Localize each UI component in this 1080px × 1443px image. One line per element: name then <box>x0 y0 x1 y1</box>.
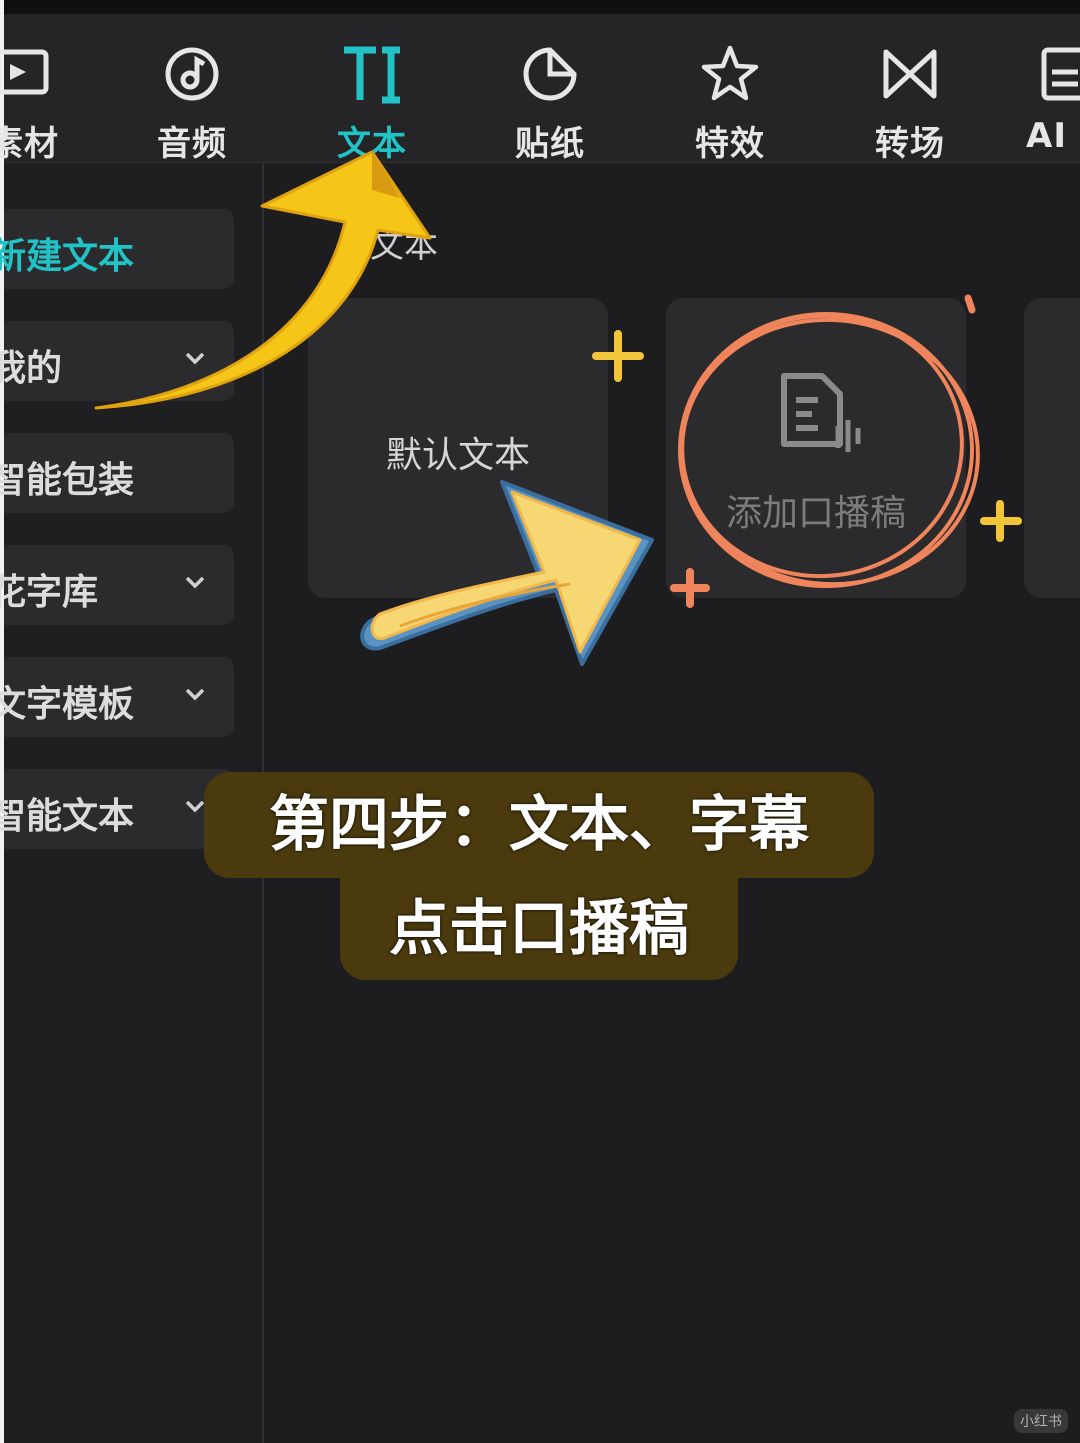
tab-audio-label: 音频 <box>157 124 227 164</box>
tab-transition-label: 转场 <box>875 124 945 164</box>
sidebar-item-label: 智能包装 <box>0 460 135 501</box>
add-script-label: 添加口播稿 <box>725 493 906 534</box>
effects-icon <box>701 45 759 101</box>
tab-media-label: 素材 <box>0 124 59 164</box>
chevron-down-icon <box>185 576 205 589</box>
sidebar-item-label: 花字库 <box>0 572 99 613</box>
sidebar-item-smart-text[interactable]: 智能文本 <box>0 769 234 849</box>
sidebar-item-label: 智能文本 <box>0 796 135 837</box>
sidebar-item-label: 我的 <box>0 348 63 389</box>
chevron-down-icon <box>185 352 205 365</box>
media-icon <box>0 49 49 95</box>
tab-sticker[interactable]: 贴纸 <box>480 28 620 164</box>
tab-transition[interactable]: 转场 <box>840 28 980 164</box>
caption-step4: 第四步：文本、字幕 <box>204 772 874 878</box>
sidebar-item-font-library[interactable]: 花字库 <box>0 545 234 625</box>
sticker-icon <box>523 47 577 101</box>
tab-audio[interactable]: 音频 <box>122 28 262 164</box>
text-icon <box>344 46 400 104</box>
watermark: 小红书 <box>1014 1409 1068 1433</box>
script-mic-icon <box>781 373 861 452</box>
sidebar-item-smart-pack[interactable]: 智能包装 <box>0 433 234 513</box>
sidebar-item-text-template[interactable]: 文字模板 <box>0 657 234 737</box>
tab-ai-label: AI <box>1026 116 1067 156</box>
top-toolbar: 素材 音频 文本 贴纸 特效 转场 AI <box>0 0 1080 164</box>
default-text-card[interactable]: 默认文本 <box>308 298 608 598</box>
add-script-card[interactable]: 添加口播稿 <box>666 298 966 598</box>
audio-icon <box>165 47 219 101</box>
ai-icon <box>1041 47 1080 101</box>
tab-effects[interactable]: 特效 <box>660 28 800 164</box>
sidebar-item-mine[interactable]: 我的 <box>0 321 234 401</box>
tab-media[interactable]: 素材 <box>0 28 94 164</box>
sidebar-item-new-text[interactable]: 新建文本 <box>0 209 234 289</box>
partial-card[interactable] <box>1024 298 1080 598</box>
chevron-down-icon <box>185 800 205 813</box>
tab-text-label: 文本 <box>337 124 407 164</box>
tab-sticker-label: 贴纸 <box>515 124 585 164</box>
sidebar-item-label: 文字模板 <box>0 684 135 725</box>
transition-icon <box>883 49 937 99</box>
default-text-label: 默认文本 <box>385 435 530 476</box>
caption-click-script: 点击口播稿 <box>340 878 738 980</box>
sidebar-item-label: 新建文本 <box>0 236 135 277</box>
tab-effects-label: 特效 <box>695 124 765 164</box>
chevron-down-icon <box>185 688 205 701</box>
tab-text[interactable]: 文本 <box>302 28 442 164</box>
tab-ai[interactable]: AI <box>996 28 1080 158</box>
section-title: 文本 <box>370 226 438 266</box>
